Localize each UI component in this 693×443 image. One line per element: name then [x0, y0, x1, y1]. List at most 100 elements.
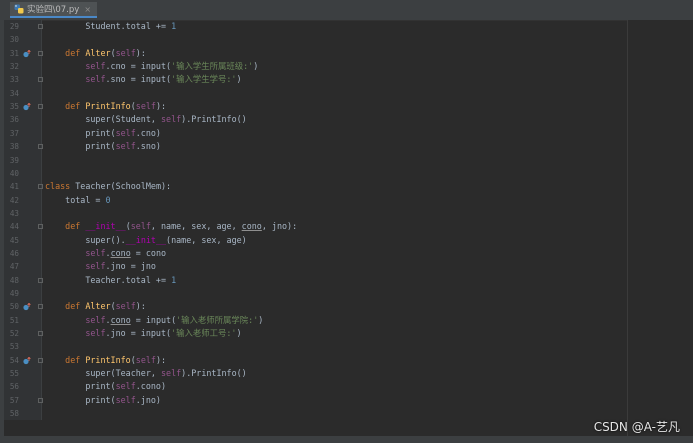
code-token: total =: [45, 194, 106, 205]
code-line[interactable]: 34: [0, 87, 628, 100]
code-text: print(self.cono): [45, 380, 166, 393]
code-token: ).PrintInfo(): [181, 368, 247, 379]
code-text: super(Student, self).PrintInfo(): [45, 113, 247, 126]
code-line[interactable]: 29 Student.total += 1: [0, 20, 628, 33]
line-number: 45: [9, 235, 19, 245]
code-token: Teacher.total +=: [45, 274, 172, 285]
code-line[interactable]: 45 super().__init__(name, sex, age): [0, 234, 628, 247]
code-line[interactable]: 54 def PrintInfo(self):: [0, 354, 628, 367]
fold-marker-icon[interactable]: [38, 277, 43, 283]
close-icon[interactable]: ×: [84, 5, 91, 14]
minimap-area: [628, 20, 693, 436]
code-line[interactable]: 50 def Alter(self):: [0, 300, 628, 313]
code-token: ).PrintInfo(): [181, 114, 247, 125]
code-line[interactable]: 46 self.cono = cono: [0, 247, 628, 260]
override-icon[interactable]: [23, 356, 31, 365]
line-number: 58: [9, 409, 19, 419]
fold-marker-icon[interactable]: [38, 104, 43, 110]
fold-marker-icon[interactable]: [38, 357, 43, 363]
code-text: super(Teacher, self).PrintInfo(): [45, 367, 247, 380]
fold-marker-icon[interactable]: [38, 397, 43, 403]
code-token: def: [65, 301, 86, 312]
line-number: 29: [9, 22, 19, 31]
override-icon[interactable]: [23, 103, 31, 111]
code-line[interactable]: 55 super(Teacher, self).PrintInfo(): [0, 367, 628, 380]
code-token: def: [65, 221, 86, 232]
code-token: self: [130, 221, 151, 232]
code-token: self: [115, 47, 136, 58]
code-line[interactable]: 37 print(self.cno): [0, 127, 628, 140]
code-text: self.jno = input('输入老师工号:'): [45, 327, 241, 340]
override-icon[interactable]: [23, 49, 31, 58]
code-line[interactable]: 56 print(self.cono): [0, 380, 628, 393]
fold-marker-icon[interactable]: [38, 77, 43, 83]
fold-marker-icon[interactable]: [38, 50, 43, 56]
fold-marker-icon[interactable]: [38, 24, 43, 29]
code-token: self: [85, 314, 106, 325]
code-line[interactable]: 41 class Teacher(SchoolMem):: [0, 180, 628, 193]
code-line[interactable]: 36 super(Student, self).PrintInfo(): [0, 113, 628, 126]
line-number: 49: [9, 289, 19, 298]
code-token: Alter: [85, 47, 111, 58]
code-line[interactable]: 40: [0, 167, 628, 180]
code-text: def Alter(self):: [45, 47, 146, 60]
code-token: ):: [135, 47, 146, 58]
code-line[interactable]: 32 self.cno = input('输入学生所属班级:'): [0, 60, 628, 73]
code-token: super(Teacher,: [45, 368, 161, 379]
code-token: .jno = input(: [105, 328, 172, 339]
code-line[interactable]: 44 def __init__(self, name, sex, age, co…: [0, 220, 628, 233]
code-token: ): [253, 61, 259, 72]
code-line[interactable]: 48 Teacher.total += 1: [0, 274, 628, 287]
code-line[interactable]: 58: [0, 407, 628, 420]
line-number: 50: [9, 302, 19, 312]
code-line[interactable]: 31 def Alter(self):: [0, 47, 628, 60]
tab-title: 实验四\07.py: [27, 5, 80, 15]
code-token: .jno = jno: [105, 261, 156, 272]
code-line[interactable]: 43: [0, 207, 628, 220]
code-line[interactable]: 38 print(self.sno): [0, 140, 628, 153]
code-text: super().__init__(name, sex, age): [45, 234, 246, 247]
code-token: self: [85, 247, 106, 258]
code-token: super(Student,: [45, 114, 161, 125]
code-line[interactable]: 57 print(self.jno): [0, 394, 628, 407]
code-token: print(: [45, 141, 116, 152]
code-line[interactable]: 39: [0, 154, 628, 167]
line-number: 57: [9, 395, 19, 405]
line-number: 32: [9, 62, 19, 72]
line-number: 52: [9, 329, 19, 339]
code-token: self: [85, 328, 106, 339]
code-token: 1: [171, 21, 177, 31]
line-number: 36: [9, 115, 19, 125]
code-token: self: [115, 394, 136, 405]
code-token: ): [258, 314, 264, 325]
code-token: class: [45, 181, 76, 192]
python-file-icon: [14, 4, 24, 14]
code-token: Teacher(SchoolMem):: [75, 181, 172, 192]
code-token: self: [85, 74, 106, 85]
code-line[interactable]: 49: [0, 287, 628, 300]
line-number: 46: [9, 248, 19, 258]
code-line[interactable]: 42 total = 0: [0, 194, 628, 207]
code-token: , name, sex, age,: [150, 221, 242, 232]
code-text: class Teacher(SchoolMem):: [45, 180, 171, 193]
code-line[interactable]: 53: [0, 340, 628, 353]
code-line[interactable]: 35 def PrintInfo(self):: [0, 100, 628, 113]
code-token: ):: [155, 354, 167, 365]
fold-marker-icon[interactable]: [38, 144, 43, 150]
code-line[interactable]: 51 self.cono = input('输入老师所属学院:'): [0, 314, 628, 327]
fold-marker-icon[interactable]: [38, 304, 43, 310]
code-line[interactable]: 47 self.jno = jno: [0, 260, 628, 273]
code-line[interactable]: 52 self.jno = input('输入老师工号:'): [0, 327, 628, 340]
code-line[interactable]: 30: [0, 33, 628, 46]
fold-marker-icon[interactable]: [38, 224, 43, 230]
file-tab[interactable]: 实验四\07.py ×: [10, 2, 98, 18]
line-number: 39: [9, 155, 19, 165]
override-icon[interactable]: [23, 303, 31, 311]
status-bar: [0, 436, 693, 443]
code-token: cono: [110, 247, 131, 258]
code-line[interactable]: 33 self.sno = input('输入学生学号:'): [0, 73, 628, 86]
fold-marker-icon[interactable]: [38, 331, 43, 337]
code-text: self.sno = input('输入学生学号:'): [45, 73, 241, 86]
fold-marker-icon[interactable]: [38, 184, 43, 190]
